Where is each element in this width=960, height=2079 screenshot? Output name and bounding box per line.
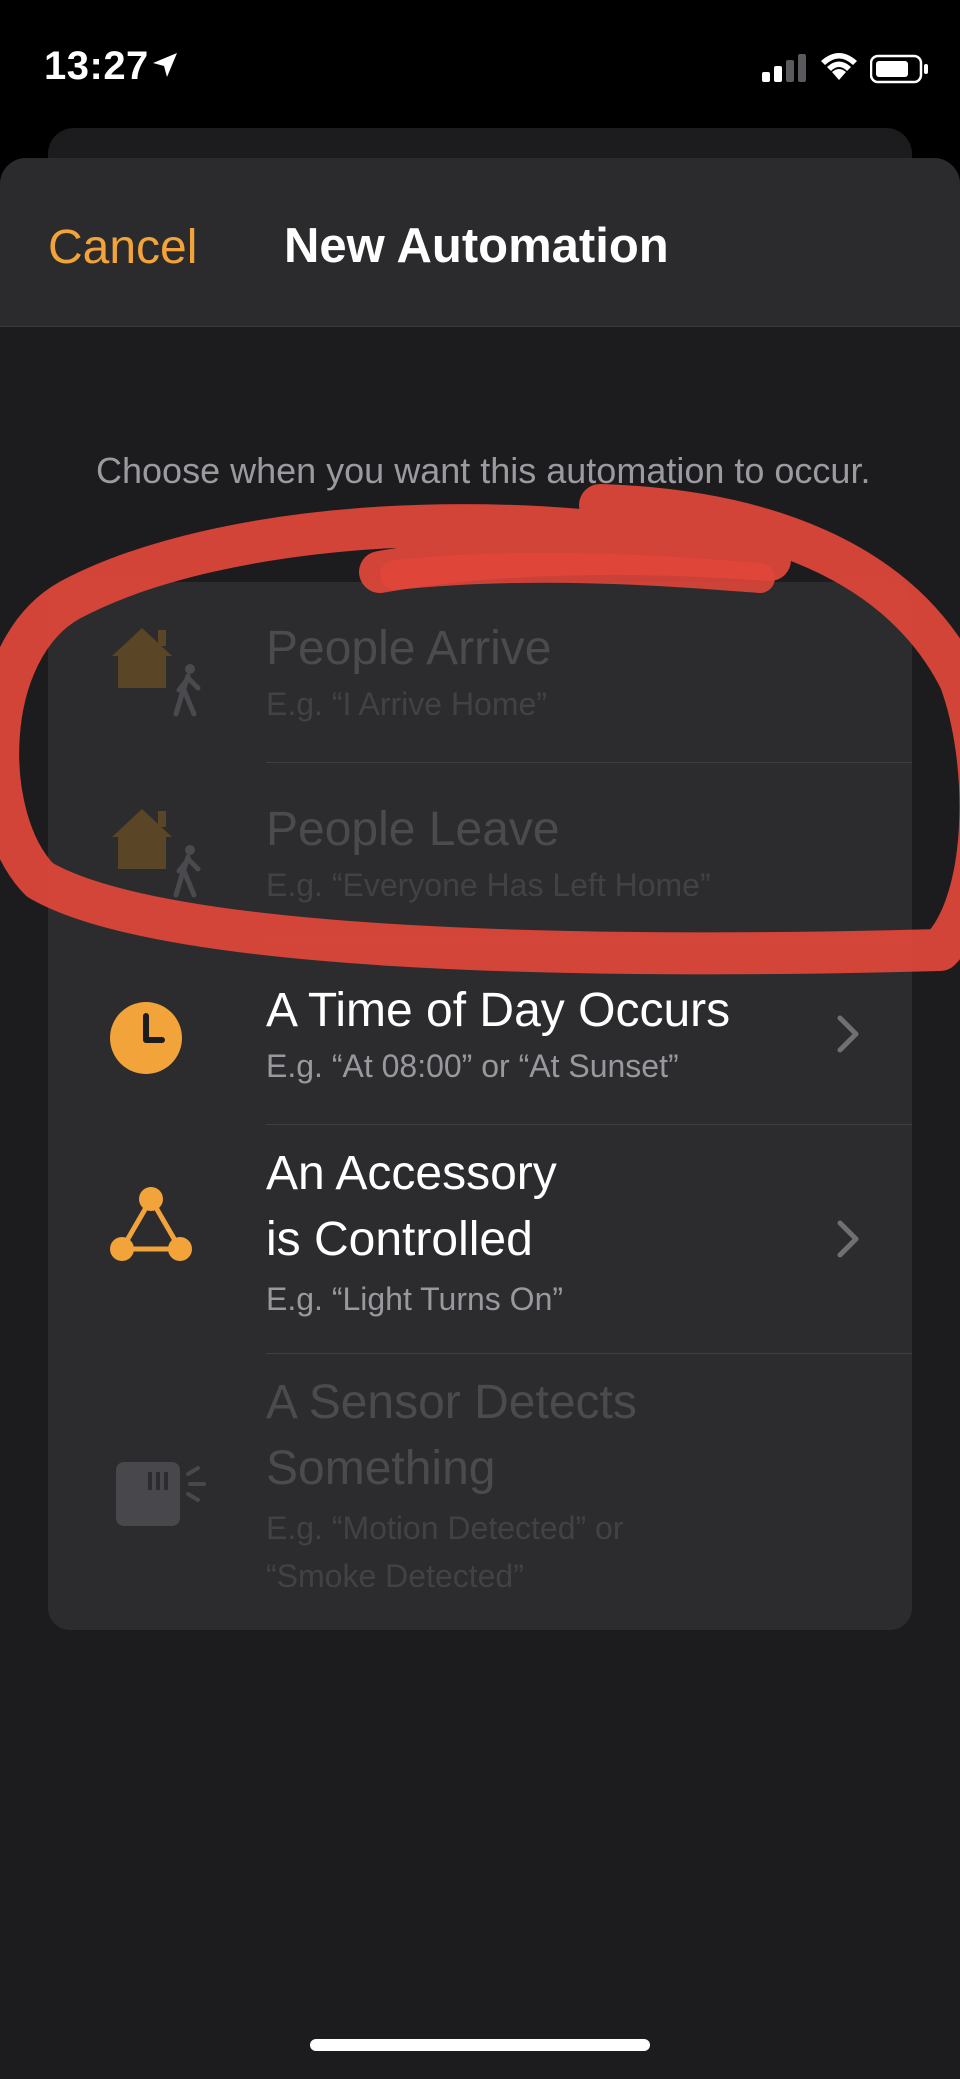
trigger-people-arrive: People Arrive E.g. “I Arrive Home” xyxy=(48,582,912,762)
trigger-subtitle: E.g. “At 08:00” or “At Sunset” xyxy=(266,1048,679,1084)
trigger-title: People Arrive xyxy=(266,622,552,675)
status-time: 13:27 xyxy=(44,44,149,88)
trigger-subtitle: E.g. “Light Turns On” xyxy=(266,1281,564,1317)
person-leaving-home-icon xyxy=(112,809,201,898)
chevron-right-icon xyxy=(837,1015,859,1053)
new-automation-sheet: Cancel New Automation Choose when you wa… xyxy=(0,158,960,2079)
chevron-right-icon xyxy=(837,1220,859,1258)
home-indicator[interactable] xyxy=(310,2039,650,2051)
trigger-title-line1: A Sensor Detects xyxy=(266,1376,637,1429)
accessory-network-icon xyxy=(110,1187,192,1261)
trigger-subtitle-line2: “Smoke Detected” xyxy=(266,1558,524,1594)
trigger-sensor-detects: A Sensor Detects Something E.g. “Motion … xyxy=(48,1354,912,1630)
clock-icon xyxy=(110,1002,182,1074)
page-title: New Automation xyxy=(284,219,669,273)
trigger-subtitle-line1: E.g. “Motion Detected” or xyxy=(266,1510,624,1546)
intro-text: Choose when you want this automation to … xyxy=(96,450,871,491)
trigger-title: A Time of Day Occurs xyxy=(266,984,731,1037)
nav-bar: Cancel New Automation xyxy=(0,158,960,327)
cellular-signal-icon xyxy=(762,54,806,82)
trigger-list: People Arrive E.g. “I Arrive Home” Peopl… xyxy=(48,582,912,1630)
trigger-title-line2: Something xyxy=(266,1442,496,1495)
trigger-title: People Leave xyxy=(266,803,560,856)
trigger-title-line1: An Accessory xyxy=(266,1147,557,1200)
sensor-icon xyxy=(116,1462,206,1526)
trigger-accessory-controlled[interactable]: An Accessory is Controlled E.g. “Light T… xyxy=(48,1125,912,1353)
trigger-subtitle: E.g. “Everyone Has Left Home” xyxy=(266,867,711,903)
trigger-time-of-day[interactable]: A Time of Day Occurs E.g. “At 08:00” or … xyxy=(48,944,912,1124)
cancel-button[interactable]: Cancel xyxy=(48,220,197,275)
location-arrow-icon xyxy=(153,53,177,77)
battery-icon xyxy=(870,54,928,84)
trigger-title-line2: is Controlled xyxy=(266,1213,533,1266)
person-arriving-home-icon xyxy=(112,628,201,717)
trigger-people-leave: People Leave E.g. “Everyone Has Left Hom… xyxy=(48,763,912,943)
status-bar: 13:27 xyxy=(0,0,960,130)
wifi-icon xyxy=(821,53,857,80)
trigger-subtitle: E.g. “I Arrive Home” xyxy=(266,686,547,722)
